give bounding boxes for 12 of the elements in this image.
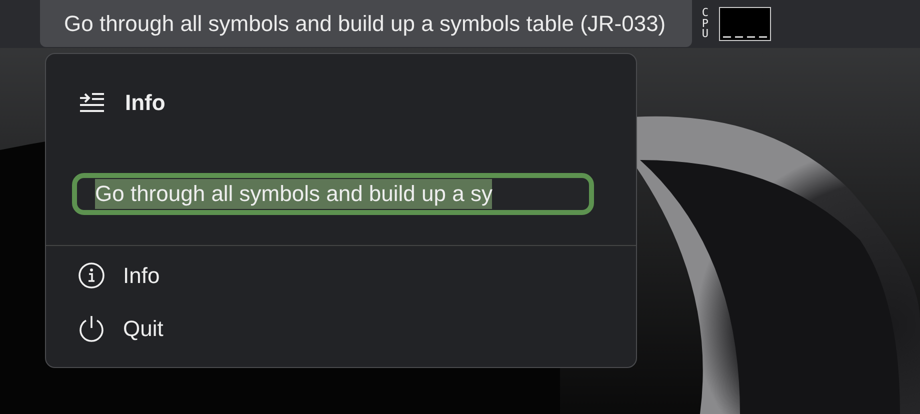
power-icon: [78, 315, 105, 342]
menu-item-label: Info: [123, 262, 160, 288]
menu-bar-title[interactable]: Go through all symbols and build up a symbols table (JR-033): [40, 0, 692, 47]
input-field[interactable]: Go through all symbols and build up a sy: [72, 173, 594, 215]
cpu-graph: [718, 7, 771, 41]
menu-item[interactable]: Quit: [78, 315, 164, 342]
info-icon: [78, 262, 105, 289]
cpu-label: CPU: [700, 8, 710, 40]
popover-title: Info: [125, 90, 166, 116]
menu-item[interactable]: Info: [78, 262, 160, 289]
menu-item-label: Quit: [123, 316, 164, 342]
list-icon: [79, 92, 105, 114]
